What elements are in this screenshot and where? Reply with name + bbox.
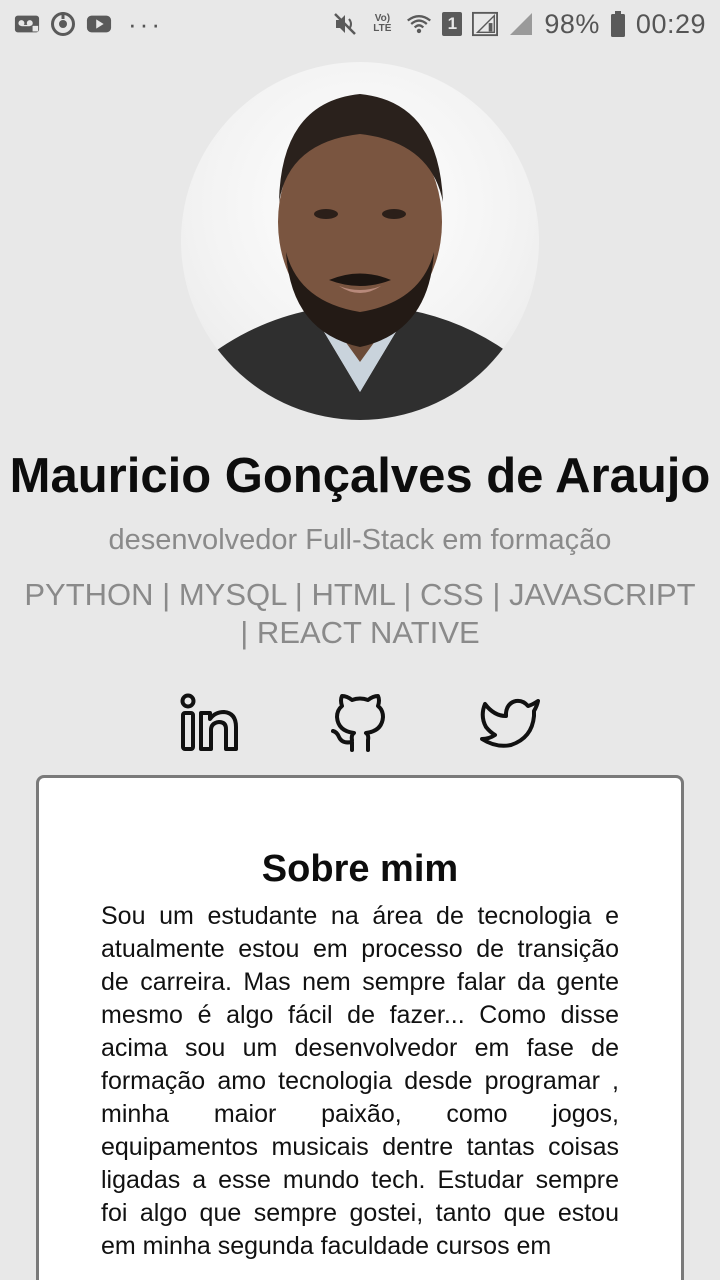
mute-icon [332,11,358,37]
voicemail-icon [14,11,40,37]
about-text: Sou um estudante na área de tecnologia e… [101,902,619,1260]
sim1-icon: 1 [442,12,463,36]
sync-icon [50,11,76,37]
signal-icon-2 [508,11,534,37]
about-card: Sobre mim Sou um estudante na área de te… [36,775,684,1280]
status-bar: ··· Vo) LTE 1 98% 00:29 [0,0,720,48]
avatar-photo [181,94,539,420]
status-bar-right: Vo) LTE 1 98% 00:29 [332,9,706,40]
volte-icon: Vo) LTE [373,13,392,34]
twitter-icon[interactable] [478,692,542,756]
avatar [181,62,539,420]
profile-name: Mauricio Gonçalves de Araujo [9,449,711,503]
social-links [0,692,720,756]
linkedin-icon[interactable] [178,692,242,756]
about-title: Sobre mim [261,848,459,890]
wifi-icon [406,11,432,37]
clock: 00:29 [635,8,706,39]
github-icon[interactable] [328,692,392,756]
status-bar-left: ··· [14,9,163,40]
signal-icon [472,11,499,37]
battery-icon [610,11,626,37]
battery-percent: 98% [544,8,600,39]
profile-subtitle: desenvolvedor Full-Stack em formação [108,524,612,556]
more-dots-icon: ··· [128,8,163,39]
youtube-icon [86,11,112,37]
profile-skills: PYTHON | MYSQL | HTML | CSS | JAVASCRIPT… [24,577,696,650]
